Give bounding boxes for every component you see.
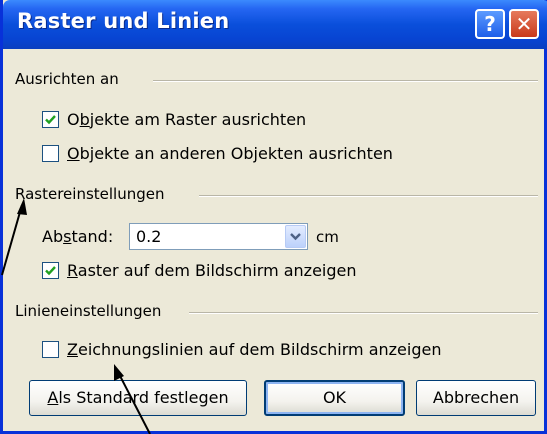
spacing-unit: cm	[316, 228, 339, 246]
snap-to-grid-label: Objekte am Raster ausrichten	[67, 110, 307, 129]
window-title: Raster und Linien	[17, 9, 230, 33]
screenshot: Raster und Linien ? ✕ Ausrichten an Obje…	[0, 0, 547, 434]
close-icon: ✕	[515, 12, 533, 36]
show-drawing-lines-checkbox[interactable]	[42, 341, 59, 358]
show-drawing-lines-label: Zeichnungslinien auf dem Bildschirm anze…	[67, 340, 442, 359]
lines-section-label: Linieneinstellungen	[15, 302, 162, 320]
grid-and-lines-dialog: Raster und Linien ? ✕ Ausrichten an Obje…	[0, 0, 547, 434]
snap-to-grid-checkbox[interactable]	[42, 111, 59, 128]
align-section-label: Ausrichten an	[15, 70, 119, 88]
spacing-dropdown-button[interactable]	[285, 225, 306, 248]
chevron-down-icon	[290, 233, 301, 241]
grid-section-divider	[199, 195, 538, 197]
spacing-combobox[interactable]: 0.2	[129, 223, 308, 250]
show-grid-label: Raster auf dem Bildschirm anzeigen	[67, 261, 357, 280]
show-grid-checkbox[interactable]	[42, 262, 59, 279]
help-button[interactable]: ?	[475, 9, 505, 39]
cancel-button[interactable]: Abbrechen	[416, 380, 536, 416]
title-bar[interactable]: Raster und Linien ? ✕	[3, 0, 547, 49]
spacing-label: Abstand:	[42, 227, 114, 246]
spacing-value[interactable]: 0.2	[136, 227, 161, 246]
lines-section-divider	[189, 312, 538, 314]
set-as-default-button[interactable]: Als Standard festlegen	[29, 380, 247, 416]
checkmark-icon	[45, 266, 56, 276]
grid-section-label: Rastereinstellungen	[15, 185, 165, 203]
checkmark-icon	[45, 115, 56, 125]
close-button[interactable]: ✕	[509, 9, 539, 39]
ok-button[interactable]: OK	[264, 380, 405, 416]
align-section-divider	[153, 80, 538, 82]
help-icon: ?	[484, 12, 496, 36]
snap-to-objects-checkbox[interactable]	[42, 145, 59, 162]
snap-to-objects-label: Objekte an anderen Objekten ausrichten	[67, 144, 393, 163]
